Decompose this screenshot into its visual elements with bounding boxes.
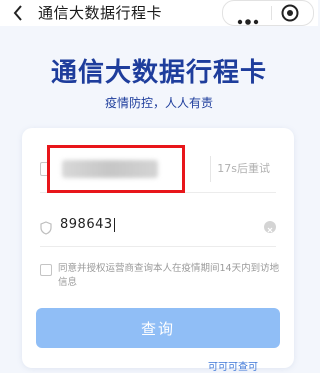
- verification-code-field[interactable]: 898643: [40, 210, 276, 247]
- hero-title: 通信大数据行程卡: [50, 58, 267, 88]
- text-cursor: [113, 217, 115, 232]
- consent-text: 同意并授权运营商查询本人在疫情期间14天内到访地信息: [58, 263, 280, 288]
- highlight-box: [47, 145, 185, 193]
- bottom-link[interactable]: 可可可查可: [208, 358, 258, 373]
- consent-checkbox[interactable]: [40, 264, 52, 276]
- close-icon[interactable]: [281, 4, 299, 22]
- resend-divider: [210, 156, 211, 182]
- navbar: 通信大数据行程卡: [0, 0, 318, 26]
- query-button[interactable]: 查询: [36, 308, 280, 348]
- nav-title: 通信大数据行程卡: [38, 4, 163, 22]
- capsule-menu: [222, 0, 314, 26]
- capsule-divider: [271, 6, 272, 20]
- code-value: 898643: [60, 217, 115, 232]
- back-icon[interactable]: [10, 4, 26, 22]
- clear-icon[interactable]: [264, 221, 276, 233]
- shield-icon: [40, 220, 52, 235]
- form-card: 17s后重试 898643 同意并授权运营商查询本人在疫情期间14天内到访地信息…: [22, 128, 294, 373]
- resend-countdown: 17s后重试: [217, 162, 270, 175]
- more-icon[interactable]: [237, 10, 259, 25]
- hero-subtitle: 疫情防控，人人有责: [104, 96, 213, 110]
